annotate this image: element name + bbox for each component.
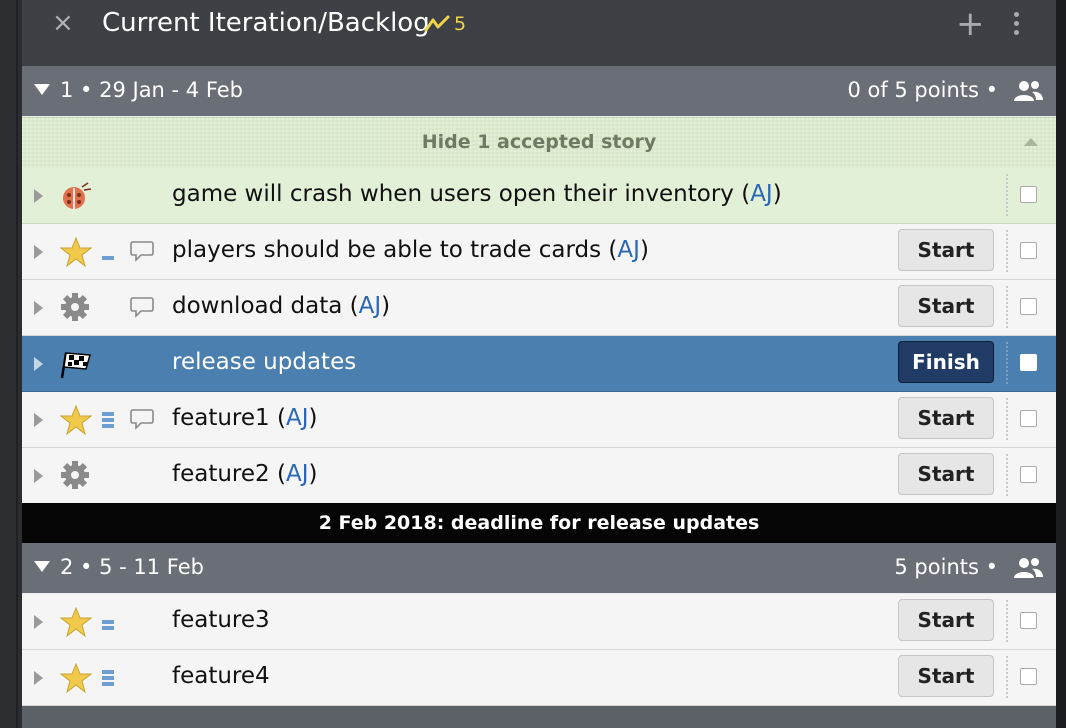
gear-chore-icon <box>60 293 92 323</box>
release-flag-icon <box>60 349 92 379</box>
select-checkbox[interactable] <box>1020 354 1037 371</box>
select-checkbox[interactable] <box>1020 668 1037 685</box>
collapse-triangle-icon[interactable] <box>34 561 50 572</box>
panel-title: Current Iteration/Backlog <box>102 8 430 38</box>
iteration-label: 2 • 5 - 11 Feb <box>60 555 204 579</box>
estimate-icon[interactable] <box>102 412 116 430</box>
story-row[interactable]: game will crash when users open their in… <box>22 168 1056 224</box>
story-row[interactable]: feature2 (AJ) Start <box>22 448 1056 504</box>
start-button[interactable]: Start <box>898 285 994 327</box>
story-row[interactable]: feature3 Start <box>22 594 1056 650</box>
story-row[interactable]: feature4 Start <box>22 650 1056 706</box>
close-panel-button[interactable]: × <box>52 8 74 38</box>
divider <box>1006 656 1008 698</box>
divider <box>1006 398 1008 440</box>
estimate-icon[interactable] <box>102 244 116 262</box>
star-feature-icon <box>59 404 93 436</box>
comment-icon[interactable] <box>130 240 154 266</box>
team-strength-icon[interactable] <box>1012 80 1044 106</box>
story-name[interactable]: players should be able to trade cards (A… <box>172 237 649 263</box>
select-checkbox[interactable] <box>1020 410 1037 427</box>
story-row[interactable]: download data (AJ) Start <box>22 280 1056 336</box>
comment-icon[interactable] <box>130 408 154 434</box>
expand-story-icon[interactable] <box>34 301 43 315</box>
divider <box>1006 174 1008 216</box>
divider <box>1006 286 1008 328</box>
select-checkbox[interactable] <box>1020 466 1037 483</box>
expand-story-icon[interactable] <box>34 671 43 685</box>
story-row[interactable]: players should be able to trade cards (A… <box>22 224 1056 280</box>
iteration-points: 0 of 5 points • <box>847 78 998 102</box>
story-name[interactable]: feature4 <box>172 663 270 689</box>
bug-icon <box>60 181 92 211</box>
team-strength-icon[interactable] <box>1012 557 1044 583</box>
owner-initials[interactable]: AJ <box>286 405 309 431</box>
star-feature-icon <box>59 662 93 694</box>
estimate-icon[interactable] <box>102 614 116 632</box>
divider <box>1006 454 1008 496</box>
next-iteration-header[interactable] <box>22 706 1056 728</box>
expand-story-icon[interactable] <box>34 615 43 629</box>
select-checkbox[interactable] <box>1020 612 1037 629</box>
start-button[interactable]: Start <box>898 397 994 439</box>
expand-story-icon[interactable] <box>34 413 43 427</box>
velocity-zigzag-icon <box>424 14 450 38</box>
velocity-value: 5 <box>454 13 467 35</box>
hide-accepted-toggle[interactable]: Hide 1 accepted story <box>22 117 1056 168</box>
select-checkbox[interactable] <box>1020 298 1037 315</box>
iteration-header[interactable]: 1 • 29 Jan - 4 Feb 0 of 5 points • <box>22 66 1056 116</box>
star-feature-icon <box>59 606 93 638</box>
iteration-label: 1 • 29 Jan - 4 Feb <box>60 78 244 102</box>
select-checkbox[interactable] <box>1020 186 1037 203</box>
accepted-toggle-label: Hide 1 accepted story <box>421 131 657 153</box>
owner-initials[interactable]: AJ <box>359 293 382 319</box>
expand-story-icon[interactable] <box>34 357 43 371</box>
start-button[interactable]: Start <box>898 453 994 495</box>
story-name[interactable]: feature2 (AJ) <box>172 461 317 487</box>
select-checkbox[interactable] <box>1020 242 1037 259</box>
owner-initials[interactable]: AJ <box>750 181 773 207</box>
owner-initials[interactable]: AJ <box>617 237 640 263</box>
start-button[interactable]: Start <box>898 655 994 697</box>
story-name[interactable]: feature3 <box>172 607 270 633</box>
star-feature-icon <box>59 236 93 268</box>
more-options-icon[interactable] <box>1014 12 1020 39</box>
start-button[interactable]: Start <box>898 599 994 641</box>
finish-button[interactable]: Finish <box>898 341 994 383</box>
divider <box>1006 600 1008 642</box>
iteration-points: 5 points • <box>894 555 998 579</box>
story-row-selected[interactable]: release updates Finish <box>22 336 1056 392</box>
story-name[interactable]: game will crash when users open their in… <box>172 181 782 207</box>
collapse-triangle-icon[interactable] <box>34 84 50 95</box>
gear-chore-icon <box>60 461 92 491</box>
divider <box>1006 230 1008 272</box>
story-name[interactable]: feature1 (AJ) <box>172 405 317 431</box>
backlog-panel: × Current Iteration/Backlog 5 + 1 • 29 J… <box>22 0 1056 728</box>
chevron-up-icon[interactable] <box>1024 138 1038 146</box>
expand-story-icon[interactable] <box>34 189 43 203</box>
start-button[interactable]: Start <box>898 229 994 271</box>
left-panel-edge <box>0 0 22 728</box>
deadline-marker: 2 Feb 2018: deadline for release updates <box>22 503 1056 543</box>
add-story-button[interactable]: + <box>956 4 985 44</box>
panel-header: × Current Iteration/Backlog 5 + <box>22 0 1056 66</box>
comment-icon[interactable] <box>130 296 154 322</box>
expand-story-icon[interactable] <box>34 469 43 483</box>
iteration-header[interactable]: 2 • 5 - 11 Feb 5 points • <box>22 543 1056 593</box>
right-panel-edge <box>1056 0 1066 728</box>
story-name[interactable]: release updates <box>172 349 356 375</box>
story-name[interactable]: download data (AJ) <box>172 293 390 319</box>
owner-initials[interactable]: AJ <box>286 461 309 487</box>
estimate-icon[interactable] <box>102 670 116 688</box>
expand-story-icon[interactable] <box>34 245 43 259</box>
story-row[interactable]: feature1 (AJ) Start <box>22 392 1056 448</box>
deadline-label: 2 Feb 2018: deadline for release updates <box>318 512 760 534</box>
divider <box>1006 342 1008 384</box>
